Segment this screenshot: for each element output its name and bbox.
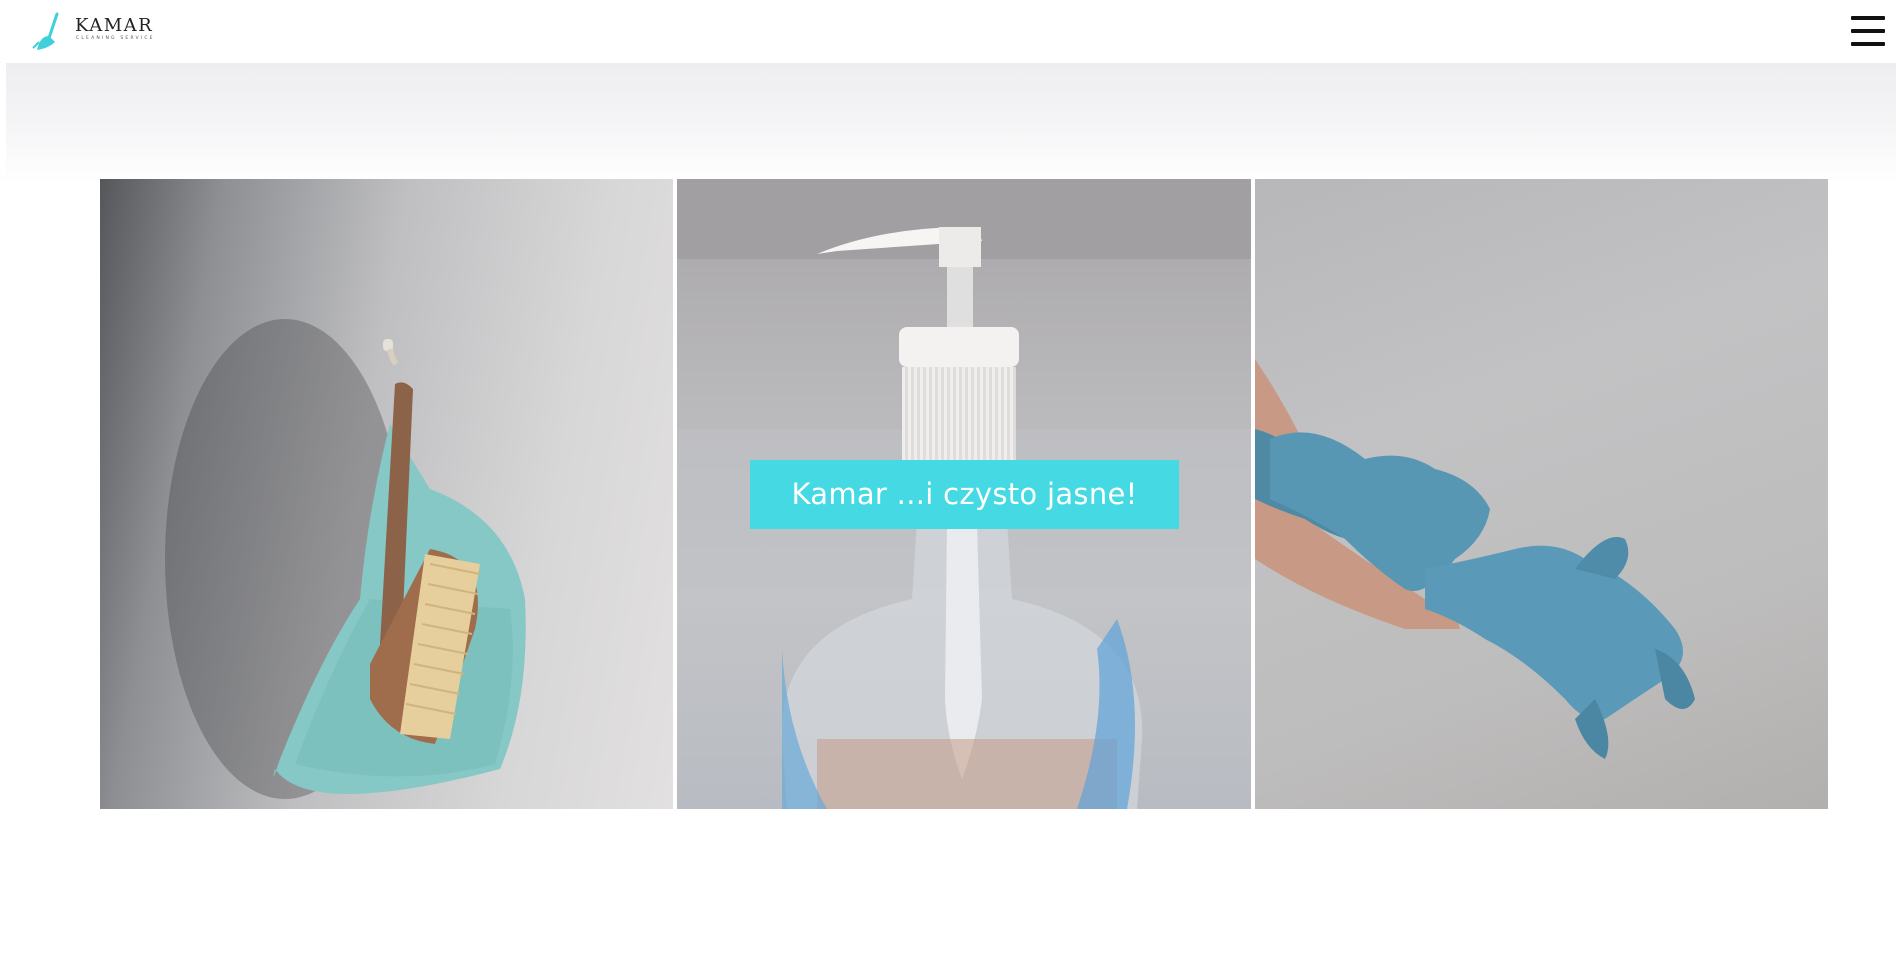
site-header: KAMAR CLEANING SERVICE: [0, 0, 1902, 63]
dustpan-and-brush-image: [100, 179, 673, 809]
logo-subtitle: CLEANING SERVICE: [76, 36, 155, 41]
header-shadow: [0, 63, 1902, 183]
menu-bar: [1851, 29, 1885, 33]
blue-gloves-image: [1255, 179, 1828, 809]
hamburger-menu-icon[interactable]: [1851, 14, 1885, 48]
menu-bar: [1851, 42, 1885, 46]
logo[interactable]: KAMAR CLEANING SERVICE: [31, 12, 153, 52]
menu-bar: [1851, 16, 1885, 20]
hero-tagline: Kamar ...i czysto jasne!: [750, 460, 1179, 529]
broom-logo-icon: [32, 12, 59, 50]
logo-wordmark: KAMAR: [75, 15, 154, 36]
